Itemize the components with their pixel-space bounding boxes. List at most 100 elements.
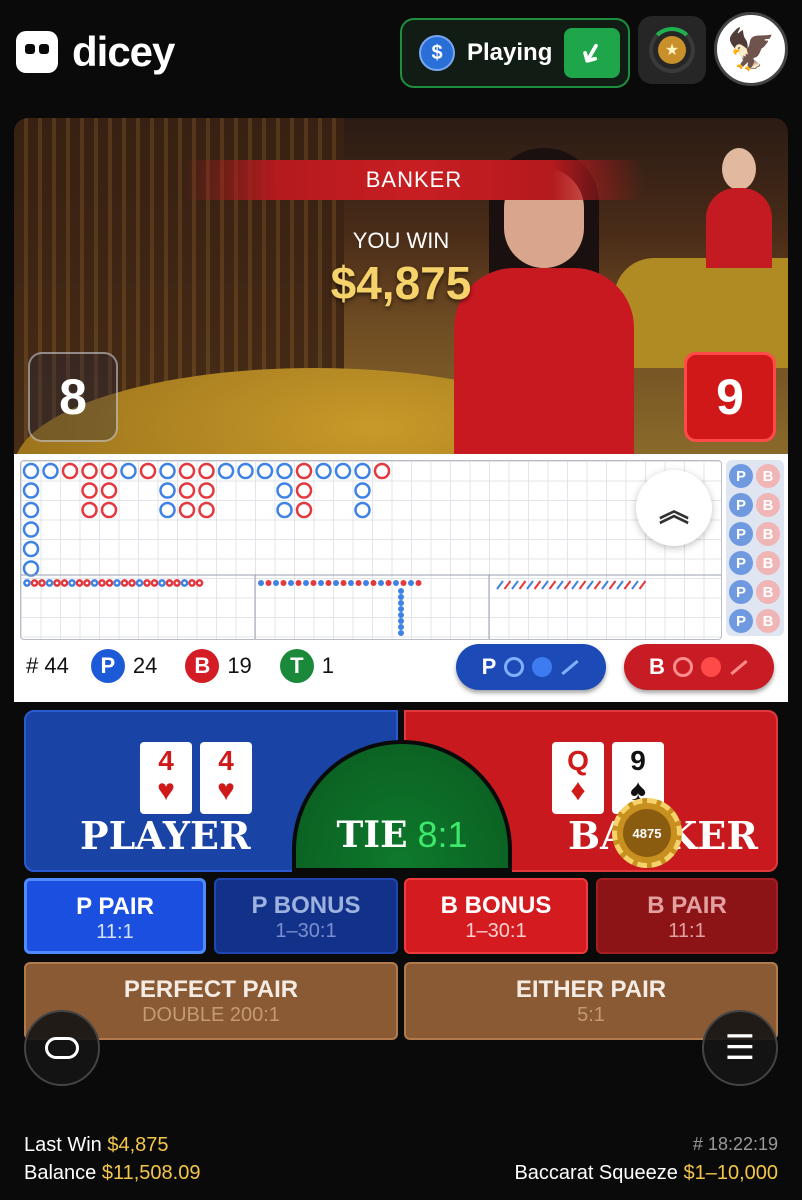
side-bet-odds: 11:1 — [96, 921, 134, 943]
hollow-circle-icon — [672, 657, 693, 677]
chip-value: 4875 — [623, 809, 671, 857]
banker-count-badge: B — [185, 649, 220, 683]
tie-count: 1 — [321, 653, 335, 678]
cockroach-road-mark — [608, 580, 617, 590]
table-name: Baccarat Squeeze — [514, 1162, 678, 1184]
last-win: Last Win $4,875 — [24, 1134, 169, 1157]
predict-player-mark: P — [729, 551, 753, 575]
big-road-mark — [159, 501, 176, 519]
cockroach-road-mark — [533, 580, 542, 590]
road-marks — [21, 462, 721, 639]
small-road-mark — [265, 580, 272, 586]
ask-player-button[interactable]: P — [456, 644, 606, 690]
b-bonus-bet[interactable]: B BONUS 1–30:1 — [404, 878, 588, 954]
bead-road-grid[interactable] — [20, 460, 722, 640]
ask-banker-button[interactable]: B — [624, 644, 774, 690]
big-road-mark — [354, 501, 371, 519]
wallet-pill[interactable]: $ Playing ➜ — [400, 18, 630, 88]
small-road-mark — [348, 580, 354, 586]
cockroach-road-mark — [623, 580, 632, 590]
either-pair-title: EITHER PAIR — [515, 976, 667, 1003]
big-road-mark — [22, 560, 40, 577]
round-id: # 18:22:19 — [692, 1134, 778, 1154]
big-road-mark — [373, 462, 391, 480]
predict-banker-mark: B — [756, 551, 780, 575]
level-badge[interactable]: ★ — [638, 16, 706, 84]
predict-banker-mark: B — [756, 609, 780, 633]
big-road-mark — [81, 482, 98, 499]
big-road-mark — [178, 501, 196, 519]
tie-odds: 8:1 — [417, 814, 468, 855]
small-road-mark — [398, 600, 404, 606]
p-bonus-bet[interactable]: P BONUS 1–30:1 — [214, 878, 398, 954]
big-road-mark — [295, 501, 313, 519]
predict-banker-mark: B — [756, 493, 780, 517]
predict-player-mark: P — [729, 493, 753, 517]
menu-button[interactable]: ☰ — [702, 1010, 778, 1086]
big-road-mark — [100, 462, 118, 480]
small-road-mark — [273, 580, 279, 586]
big-road-mark — [81, 462, 98, 480]
big-road-mark — [276, 462, 293, 480]
cockroach-road-mark — [631, 580, 639, 590]
cockroach-road-mark — [593, 580, 602, 590]
ask-player-letter: P — [481, 654, 497, 679]
double-chevron-up-icon: ︽ — [659, 495, 689, 528]
b-pair-bet[interactable]: B PAIR 11:1 — [596, 878, 778, 954]
prediction-column: PBPBPBPBPBPB — [726, 460, 784, 636]
small-road-mark — [400, 580, 407, 586]
deposit-button[interactable]: ➜ — [564, 28, 620, 78]
big-road-mark — [42, 462, 59, 480]
player-count-badge: P — [90, 649, 125, 683]
placed-chip[interactable]: 4875 — [612, 798, 682, 868]
roadmap-panel: ︽ PBPBPBPBPBPB # 44 P 24 B 19 T 1 P B — [14, 454, 788, 702]
p-pair-bet[interactable]: P PAIR 11:1 — [24, 878, 206, 954]
dicey-logo[interactable]: dicey — [16, 28, 175, 76]
big-road-mark — [334, 462, 352, 480]
big-eye-mark — [60, 579, 69, 587]
eagle-avatar-icon: 🦅 — [726, 27, 776, 72]
big-road-mark — [198, 462, 215, 480]
expand-roadmap-button[interactable]: ︽ — [636, 470, 712, 546]
big-road-mark — [159, 462, 176, 480]
big-road-mark — [61, 462, 79, 480]
big-eye-mark — [75, 579, 84, 587]
big-road-mark — [100, 501, 118, 519]
small-road-mark — [280, 580, 287, 586]
small-road-mark — [363, 580, 369, 586]
side-bet-odds: 11:1 — [668, 920, 706, 942]
side-bet-odds: 1–30:1 — [465, 920, 527, 942]
small-road-mark — [398, 630, 404, 636]
big-eye-mark — [165, 579, 174, 587]
cockroach-road-mark — [586, 580, 594, 590]
filled-circle-icon — [700, 657, 721, 677]
deposit-arrow-icon: ➜ — [571, 33, 613, 73]
cockroach-road-mark — [571, 580, 579, 590]
chip-tray-button[interactable] — [24, 1010, 100, 1086]
big-eye-mark — [38, 579, 46, 587]
slash-icon — [730, 659, 748, 675]
cockroach-road-mark — [616, 580, 624, 590]
avatar[interactable]: 🦅 — [714, 12, 788, 86]
small-road-mark — [288, 580, 294, 586]
big-road-mark — [100, 482, 118, 499]
ask-banker-letter: B — [649, 654, 665, 679]
big-eye-mark — [53, 579, 61, 587]
side-bet-title: P BONUS — [251, 892, 361, 919]
small-road-mark — [333, 580, 339, 586]
cockroach-road-mark — [638, 580, 647, 590]
predict-player-mark: P — [729, 609, 753, 633]
player-bet-label: PLAYER — [80, 813, 251, 858]
big-road-mark — [198, 482, 215, 499]
predict-player-mark: P — [729, 464, 753, 488]
small-road-mark — [310, 580, 317, 586]
big-eye-mark — [45, 579, 54, 587]
tie-count-badge: T — [279, 649, 314, 683]
big-road-mark — [178, 462, 196, 480]
big-eye-mark — [158, 579, 166, 587]
big-eye-mark — [30, 579, 39, 587]
big-road-mark — [295, 482, 313, 499]
small-road-mark — [408, 580, 414, 586]
small-road-mark — [340, 580, 347, 586]
win-amount: $4,875 — [330, 257, 472, 309]
